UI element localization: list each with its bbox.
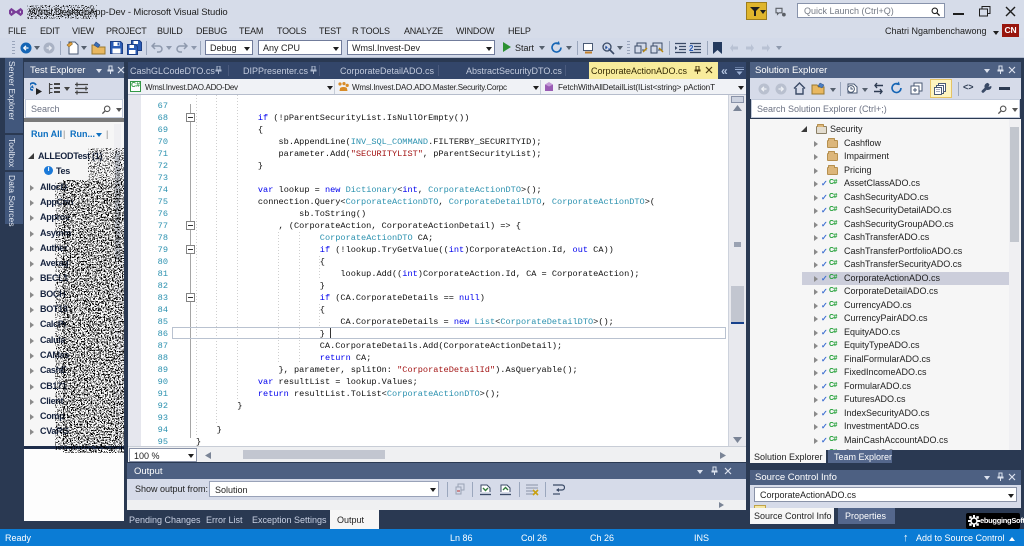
svg-text:2: 2 (689, 44, 694, 53)
